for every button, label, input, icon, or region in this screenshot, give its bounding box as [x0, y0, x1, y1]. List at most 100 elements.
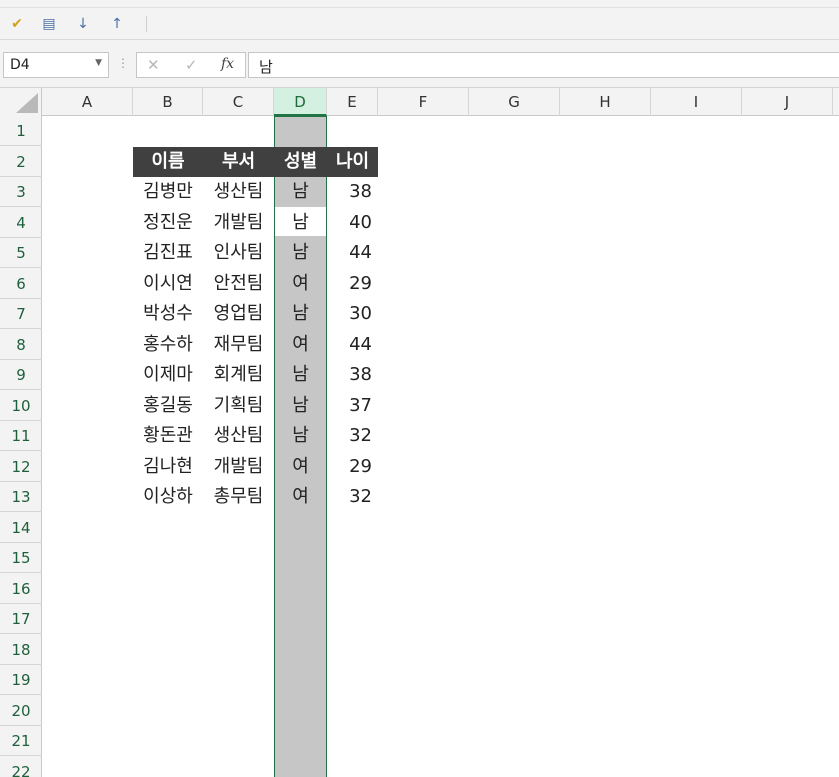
table-cell[interactable]: 남	[274, 360, 327, 390]
formula-content: 남	[259, 58, 273, 76]
column-header-g[interactable]: G	[469, 88, 560, 116]
table-cell[interactable]: 44	[327, 238, 378, 268]
table-cell[interactable]: 40	[327, 208, 378, 238]
formula-buttons: ✕ ✓ fx	[136, 52, 246, 78]
table-cell[interactable]: 이시연	[133, 269, 203, 299]
table-cell[interactable]: 남	[274, 421, 327, 451]
column-header-j[interactable]: J	[742, 88, 833, 116]
formula-input[interactable]: 남	[248, 52, 839, 78]
table-cell[interactable]: 황돈관	[133, 421, 203, 451]
row-header-21[interactable]: 21	[0, 726, 42, 756]
row-header-22[interactable]: 22	[0, 757, 42, 777]
column-header-e[interactable]: E	[327, 88, 378, 116]
sort-asc-icon[interactable]: ↓	[72, 13, 94, 35]
row-header-14[interactable]: 14	[0, 513, 42, 543]
table-cell[interactable]: 생산팀	[203, 421, 274, 451]
table-cell[interactable]: 생산팀	[203, 177, 274, 207]
table-cell[interactable]: 29	[327, 452, 378, 482]
table-cell[interactable]: 이제마	[133, 360, 203, 390]
table-cell[interactable]: 이상하	[133, 482, 203, 512]
table-cell[interactable]: 여	[274, 269, 327, 299]
row-header-17[interactable]: 17	[0, 604, 42, 634]
row-header-4[interactable]: 4	[0, 208, 42, 238]
row-header-3[interactable]: 3	[0, 177, 42, 207]
row-header-19[interactable]: 19	[0, 665, 42, 695]
insert-function-button[interactable]: fx	[221, 56, 234, 72]
row-header-2[interactable]: 2	[0, 147, 42, 177]
table-cell[interactable]: 김진표	[133, 238, 203, 268]
table-cell[interactable]: 홍길동	[133, 391, 203, 421]
row-header-11[interactable]: 11	[0, 421, 42, 451]
brush-icon[interactable]: ✔	[6, 13, 28, 35]
row-header-1[interactable]: 1	[0, 116, 42, 146]
row-header-9[interactable]: 9	[0, 360, 42, 390]
column-header-c[interactable]: C	[203, 88, 274, 116]
row-header-8[interactable]: 8	[0, 330, 42, 360]
table-header-cell[interactable]: 부서	[203, 147, 274, 177]
toolbar-divider	[146, 16, 147, 32]
table-cell[interactable]: 38	[327, 360, 378, 390]
table-cell[interactable]: 홍수하	[133, 330, 203, 360]
table-header-cell[interactable]: 나이	[327, 147, 378, 177]
table-cell[interactable]: 여	[274, 330, 327, 360]
column-header-f[interactable]: F	[378, 88, 469, 116]
column-header-row: ABCDEFGHIJ	[0, 88, 839, 116]
table-cell[interactable]: 정진운	[133, 208, 203, 238]
table-cell[interactable]: 남	[274, 391, 327, 421]
table-cell[interactable]: 32	[327, 421, 378, 451]
table-cell[interactable]: 김나현	[133, 452, 203, 482]
row-header-20[interactable]: 20	[0, 696, 42, 726]
drag-handle-icon[interactable]: ⋮	[117, 56, 129, 70]
row-header-10[interactable]: 10	[0, 391, 42, 421]
column-header-d[interactable]: D	[274, 88, 327, 116]
table-cell[interactable]: 44	[327, 330, 378, 360]
row-header-7[interactable]: 7	[0, 299, 42, 329]
table-header-cell[interactable]: 성별	[274, 147, 327, 177]
table-cell[interactable]: 기획팀	[203, 391, 274, 421]
table-cell[interactable]: 32	[327, 482, 378, 512]
sort-desc-icon[interactable]: ↑	[106, 13, 128, 35]
table-cell[interactable]: 인사팀	[203, 238, 274, 268]
table-cell[interactable]: 38	[327, 177, 378, 207]
name-box[interactable]: D4 ▼	[3, 52, 109, 78]
table-header-cell[interactable]: 이름	[133, 147, 203, 177]
column-header-i[interactable]: I	[651, 88, 742, 116]
table-cell[interactable]: 37	[327, 391, 378, 421]
table-cell[interactable]: 박성수	[133, 299, 203, 329]
table-cell[interactable]: 여	[274, 452, 327, 482]
row-header-15[interactable]: 15	[0, 543, 42, 573]
table-cell[interactable]: 남	[274, 299, 327, 329]
table-cell[interactable]: 김병만	[133, 177, 203, 207]
cancel-icon[interactable]: ✕	[147, 56, 160, 74]
table-cell[interactable]: 총무팀	[203, 482, 274, 512]
table-cell[interactable]: 개발팀	[203, 452, 274, 482]
table-cell[interactable]: 남	[274, 208, 327, 238]
filter-icon[interactable]: ▤	[38, 13, 60, 35]
table-cell[interactable]: 남	[274, 238, 327, 268]
row-header-18[interactable]: 18	[0, 635, 42, 665]
table-cell[interactable]: 회계팀	[203, 360, 274, 390]
table-cell[interactable]: 영업팀	[203, 299, 274, 329]
column-header-a[interactable]: A	[42, 88, 133, 116]
column-header-h[interactable]: H	[560, 88, 651, 116]
select-all-button[interactable]	[0, 88, 42, 116]
worksheet-grid: ABCDEFGHIJ 1 2 3 4 5 6 7 8 9 10 11 12 13 14 15 16 17 18 19…	[0, 88, 839, 777]
chevron-down-icon[interactable]: ▼	[95, 58, 102, 68]
table-cell[interactable]: 재무팀	[203, 330, 274, 360]
name-box-value: D4	[10, 57, 30, 73]
table-cell[interactable]: 안전팀	[203, 269, 274, 299]
cell-area[interactable]: 이름 부서 성별 나이 김병만 생산팀 남 38 정진운 개발팀 남 40 김진표 인사팀 남 44 이시연 안전…	[42, 116, 839, 777]
table-cell[interactable]: 30	[327, 299, 378, 329]
table-cell[interactable]: 개발팀	[203, 208, 274, 238]
column-header-b[interactable]: B	[133, 88, 203, 116]
row-header-12[interactable]: 12	[0, 452, 42, 482]
table-cell[interactable]: 여	[274, 482, 327, 512]
enter-icon[interactable]: ✓	[185, 56, 198, 74]
row-header-6[interactable]: 6	[0, 269, 42, 299]
table-cell[interactable]: 29	[327, 269, 378, 299]
row-header-16[interactable]: 16	[0, 574, 42, 604]
table-cell[interactable]: 남	[274, 177, 327, 207]
row-header-13[interactable]: 13	[0, 482, 42, 512]
row-header-5[interactable]: 5	[0, 238, 42, 268]
ribbon-top-strip	[0, 0, 839, 8]
